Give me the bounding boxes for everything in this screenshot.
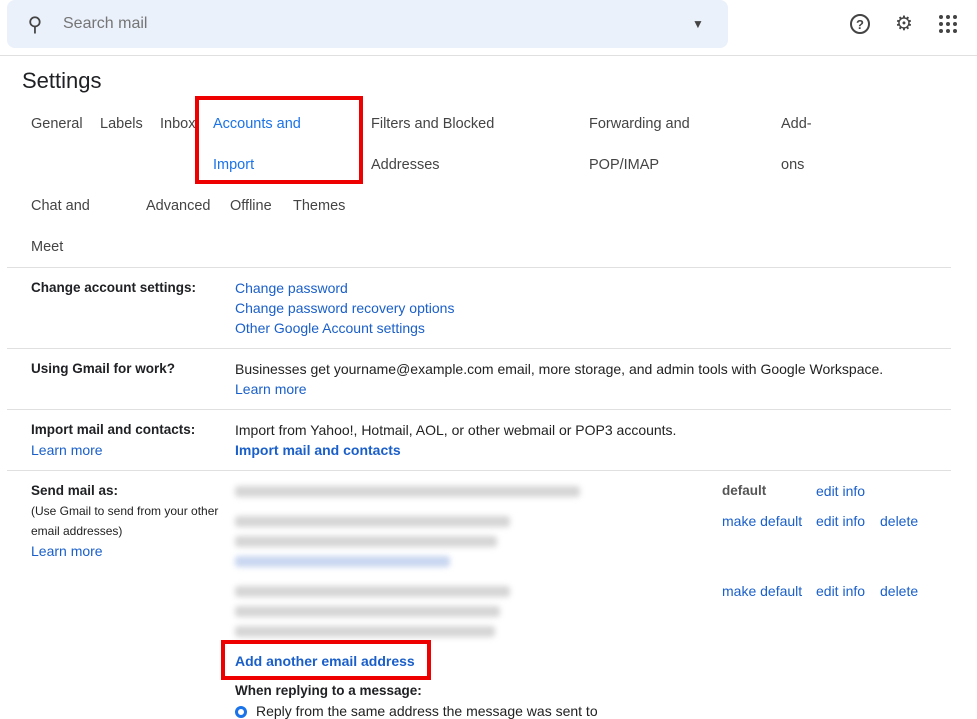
search-options-icon[interactable]: ▼ xyxy=(668,17,728,31)
send-mail-as-note: email addresses) xyxy=(31,524,123,538)
reply-label: When replying to a message: xyxy=(235,683,422,698)
tab-label: Add- xyxy=(781,116,812,132)
divider xyxy=(7,409,951,410)
change-password-link[interactable]: Change password xyxy=(235,280,348,296)
send-mail-as-note: (Use Gmail to send from your other xyxy=(31,504,219,518)
send-learn-more-link[interactable]: Learn more xyxy=(31,543,103,559)
edit-info-link[interactable]: edit info xyxy=(816,513,865,529)
import-label: Import mail and contacts: xyxy=(31,422,196,437)
tab-label: ons xyxy=(781,157,805,173)
reply-option-label: Reply from the same address the message … xyxy=(256,703,598,719)
settings-gear-icon[interactable]: ⚙ xyxy=(892,12,916,36)
divider xyxy=(7,348,951,349)
redacted-address xyxy=(235,486,580,497)
send-mail-as-label: Send mail as: xyxy=(31,483,119,498)
highlight-box xyxy=(195,96,363,184)
default-badge: default xyxy=(722,483,767,498)
apps-grid-icon[interactable] xyxy=(936,12,960,36)
google-account-link[interactable]: Other Google Account settings xyxy=(235,320,425,336)
work-text: Businesses get yourname@example.com emai… xyxy=(235,361,884,377)
tab-themes[interactable]: Themes xyxy=(293,198,345,214)
make-default-link[interactable]: make default xyxy=(722,583,802,599)
divider xyxy=(7,267,951,268)
work-learn-more-link[interactable]: Learn more xyxy=(235,381,307,397)
make-default-link[interactable]: make default xyxy=(722,513,802,529)
search-icon[interactable]: ⚲ xyxy=(7,12,63,37)
import-learn-more-link[interactable]: Learn more xyxy=(31,442,103,458)
account-settings-label: Change account settings: xyxy=(31,280,197,295)
tab-label: Filters and Blocked xyxy=(371,116,495,132)
tab-general[interactable]: General xyxy=(31,116,83,132)
tab-label: Meet xyxy=(31,239,64,255)
divider xyxy=(7,470,951,471)
import-mail-link[interactable]: Import mail and contacts xyxy=(235,442,401,458)
edit-info-link[interactable]: edit info xyxy=(816,483,865,499)
tab-labels[interactable]: Labels xyxy=(100,116,143,132)
tab-label: Addresses xyxy=(371,157,440,173)
svg-text:?: ? xyxy=(856,17,864,32)
tab-offline[interactable]: Offline xyxy=(230,198,272,214)
work-label: Using Gmail for work? xyxy=(31,361,176,376)
tab-advanced[interactable]: Advanced xyxy=(146,198,211,214)
help-icon[interactable]: ? xyxy=(848,12,872,36)
delete-link[interactable]: delete xyxy=(880,583,918,599)
edit-info-link[interactable]: edit info xyxy=(816,583,865,599)
redacted-address xyxy=(235,606,500,617)
search-input[interactable] xyxy=(63,15,668,33)
delete-link[interactable]: delete xyxy=(880,513,918,529)
tab-label: Forwarding and xyxy=(589,116,690,132)
tab-inbox[interactable]: Inbox xyxy=(160,116,195,132)
search-bar[interactable]: ⚲ ▼ xyxy=(7,0,728,48)
top-bar: ⚲ ▼ ? ⚙ xyxy=(0,0,977,56)
redacted-address xyxy=(235,586,510,597)
redacted-address xyxy=(235,536,497,547)
redacted-address xyxy=(235,516,510,527)
highlight-box xyxy=(221,640,431,680)
tab-label: Chat and xyxy=(31,198,90,214)
page-title: Settings xyxy=(22,68,102,93)
import-text: Import from Yahoo!, Hotmail, AOL, or oth… xyxy=(235,422,677,438)
reply-same-address-radio[interactable] xyxy=(235,706,247,718)
tab-label: POP/IMAP xyxy=(589,157,660,173)
recovery-options-link[interactable]: Change password recovery options xyxy=(235,300,454,316)
redacted-address xyxy=(235,626,495,637)
redacted-address xyxy=(235,556,450,567)
